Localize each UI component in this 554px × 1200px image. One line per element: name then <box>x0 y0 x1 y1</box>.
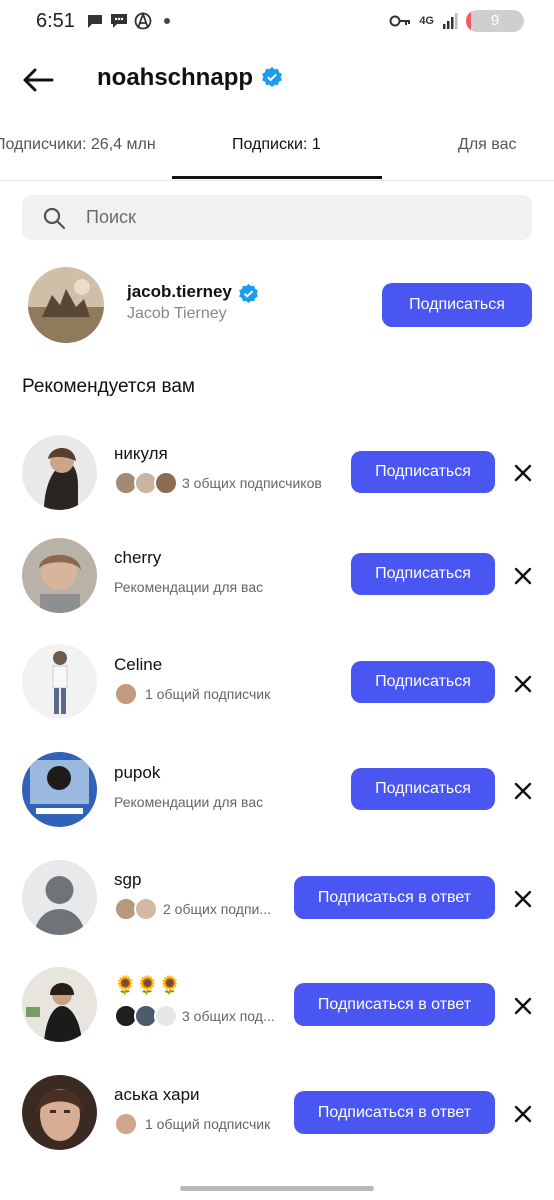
message-icon <box>88 15 102 28</box>
signal-icon <box>443 13 458 29</box>
recommended-subtitle: 1 общий подписчик <box>145 1116 271 1132</box>
status-time: 6:51 <box>36 10 75 32</box>
default-avatar-icon <box>22 860 97 935</box>
verified-badge-icon <box>262 67 282 87</box>
recommended-name: Celine <box>114 655 163 674</box>
recommended-item[interactable]: никуля 3 общих подписчиков Подписаться <box>0 432 554 512</box>
close-icon[interactable] <box>512 462 534 484</box>
close-icon[interactable] <box>512 673 534 695</box>
follow-button[interactable]: Подписаться <box>382 283 532 327</box>
recommended-item[interactable]: cherry Рекомендации для вас Подписаться <box>0 536 554 616</box>
battery-level: 9 <box>490 12 500 29</box>
recommended-name: никуля <box>114 444 168 463</box>
search-input[interactable]: Поиск <box>22 195 532 240</box>
avatar[interactable] <box>22 1075 97 1150</box>
recommended-name: cherry <box>114 548 162 567</box>
recommended-name: аська хари <box>114 1085 200 1104</box>
notification-icons <box>86 12 176 30</box>
recommended-item[interactable]: 🌻🌻🌻 3 общих под... Подписаться в ответ <box>0 965 554 1045</box>
profile-username: noahschnapp <box>97 64 254 91</box>
follow-back-button[interactable]: Подписаться в ответ <box>294 1091 495 1134</box>
tab-following[interactable]: Подписки: 1 <box>232 136 321 154</box>
following-username: jacob.tierney <box>127 282 232 301</box>
avatar[interactable] <box>22 860 97 935</box>
chat-icon <box>111 14 127 28</box>
status-right: 4G 9 <box>389 10 524 32</box>
follow-button[interactable]: Подписаться <box>351 553 495 595</box>
recommended-item[interactable]: pupok Рекомендации для вас Подписаться <box>0 751 554 831</box>
recommended-subtitle: Рекомендации для вас <box>114 579 264 595</box>
avatar[interactable] <box>22 967 97 1042</box>
key-icon <box>389 15 411 27</box>
anarchy-icon <box>134 12 152 30</box>
recommended-section-title: Рекомендуется вам <box>22 376 195 397</box>
recommended-name: pupok <box>114 763 161 782</box>
recommended-subtitle: 1 общий подписчик <box>145 686 271 702</box>
recommended-item[interactable]: аська хари 1 общий подписчик Подписаться… <box>0 1073 554 1153</box>
follow-button[interactable]: Подписаться <box>351 661 495 703</box>
follow-back-button[interactable]: Подписаться в ответ <box>294 983 495 1026</box>
mutual-avatar <box>134 897 158 921</box>
active-tab-indicator <box>172 176 382 179</box>
following-display-name: Jacob Tierney <box>127 305 227 322</box>
profile-header: noahschnapp <box>0 44 554 114</box>
tab-followers[interactable]: Подписчики: 26,4 млн <box>0 136 156 154</box>
recommended-subtitle: 2 общих подпи... <box>163 901 272 917</box>
close-icon[interactable] <box>512 1103 534 1125</box>
mutual-avatar <box>114 1112 138 1136</box>
battery-indicator: 9 <box>466 10 524 32</box>
follow-back-button[interactable]: Подписаться в ответ <box>294 876 495 919</box>
avatar[interactable] <box>22 752 97 827</box>
home-indicator <box>180 1186 374 1191</box>
verified-badge-icon <box>239 284 258 303</box>
tab-for-you[interactable]: Для вас <box>458 136 517 154</box>
close-icon[interactable] <box>512 995 534 1017</box>
search-icon <box>43 207 66 230</box>
mutual-avatar <box>154 1004 178 1028</box>
mutual-avatar <box>114 682 138 706</box>
followers-tabs: Подписчики: 26,4 млн Подписки: 1 Для вас <box>0 118 554 181</box>
recommended-subtitle: 3 общих под... <box>182 1008 275 1024</box>
recommended-item[interactable]: Celine 1 общий подписчик Подписаться <box>0 643 554 723</box>
close-icon[interactable] <box>512 888 534 910</box>
status-bar: 6:51 4G 9 <box>0 0 554 44</box>
close-icon[interactable] <box>512 780 534 802</box>
follow-button[interactable]: Подписаться <box>351 451 495 493</box>
dot-icon <box>164 18 170 24</box>
recommended-subtitle: Рекомендации для вас <box>114 794 264 810</box>
mutual-avatar <box>154 471 178 495</box>
avatar[interactable] <box>22 538 97 613</box>
avatar[interactable] <box>22 435 97 510</box>
recommended-name: 🌻🌻🌻 <box>114 975 182 995</box>
follow-button[interactable]: Подписаться <box>351 768 495 810</box>
following-item[interactable]: jacob.tierney Jacob Tierney Подписаться <box>0 265 554 345</box>
back-arrow-icon[interactable] <box>20 62 56 98</box>
recommended-name: sgp <box>114 870 142 889</box>
recommended-subtitle: 3 общих подписчиков <box>182 475 322 491</box>
avatar[interactable] <box>28 267 104 343</box>
search-placeholder: Поиск <box>86 207 136 227</box>
network-label: 4G <box>419 15 434 27</box>
recommended-item[interactable]: sgp 2 общих подпи... Подписаться в ответ <box>0 858 554 938</box>
close-icon[interactable] <box>512 565 534 587</box>
avatar[interactable] <box>22 644 97 719</box>
